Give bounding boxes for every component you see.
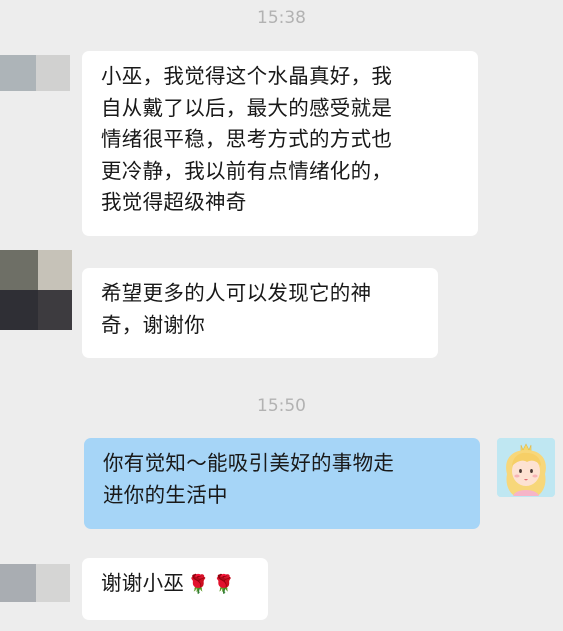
self-avatar-icon[interactable]	[497, 438, 555, 497]
message-text: 小巫，我觉得这个水晶真好，我	[101, 64, 393, 88]
message-text: 我觉得超级神奇	[101, 190, 247, 214]
message-bubble[interactable]: 小巫，我觉得这个水晶真好，我 自从戴了以后，最大的感受就是 情绪很平稳，思考方式…	[82, 51, 478, 236]
message-text: 情绪很平稳，思考方式的方式也	[101, 127, 393, 151]
rose-emoji-icon: 🌹	[212, 574, 236, 595]
message-text: 自从戴了以后，最大的感受就是	[101, 95, 393, 120]
message-bubble[interactable]: 你有觉知～能吸引美好的事物走 进你的生活中	[84, 438, 480, 529]
message-text: 进你的生活中	[103, 482, 228, 507]
contact-avatar-icon[interactable]	[0, 564, 70, 602]
contact-avatar-icon[interactable]	[0, 55, 70, 91]
timestamp: 15:38	[257, 8, 306, 28]
contact-avatar-icon[interactable]	[0, 250, 72, 330]
rose-emoji-icon: 🌹	[187, 574, 210, 595]
message-text: 更冷静，我以前有点情绪化的，	[101, 158, 393, 183]
message-text: 希望更多的人可以发现它的神	[101, 281, 372, 305]
message-text: 谢谢小巫	[101, 571, 185, 595]
blonde-girl-avatar-icon	[497, 438, 555, 497]
message-text: 你有觉知～能吸引美好的事物走	[103, 451, 395, 475]
message-bubble[interactable]: 谢谢小巫 🌹 🌹	[82, 558, 268, 620]
message-line: 谢谢小巫 🌹 🌹	[101, 568, 250, 601]
message-bubble[interactable]: 希望更多的人可以发现它的神 奇，谢谢你	[82, 268, 438, 358]
message-text: 奇，谢谢你	[101, 312, 205, 337]
timestamp: 15:50	[257, 396, 306, 416]
